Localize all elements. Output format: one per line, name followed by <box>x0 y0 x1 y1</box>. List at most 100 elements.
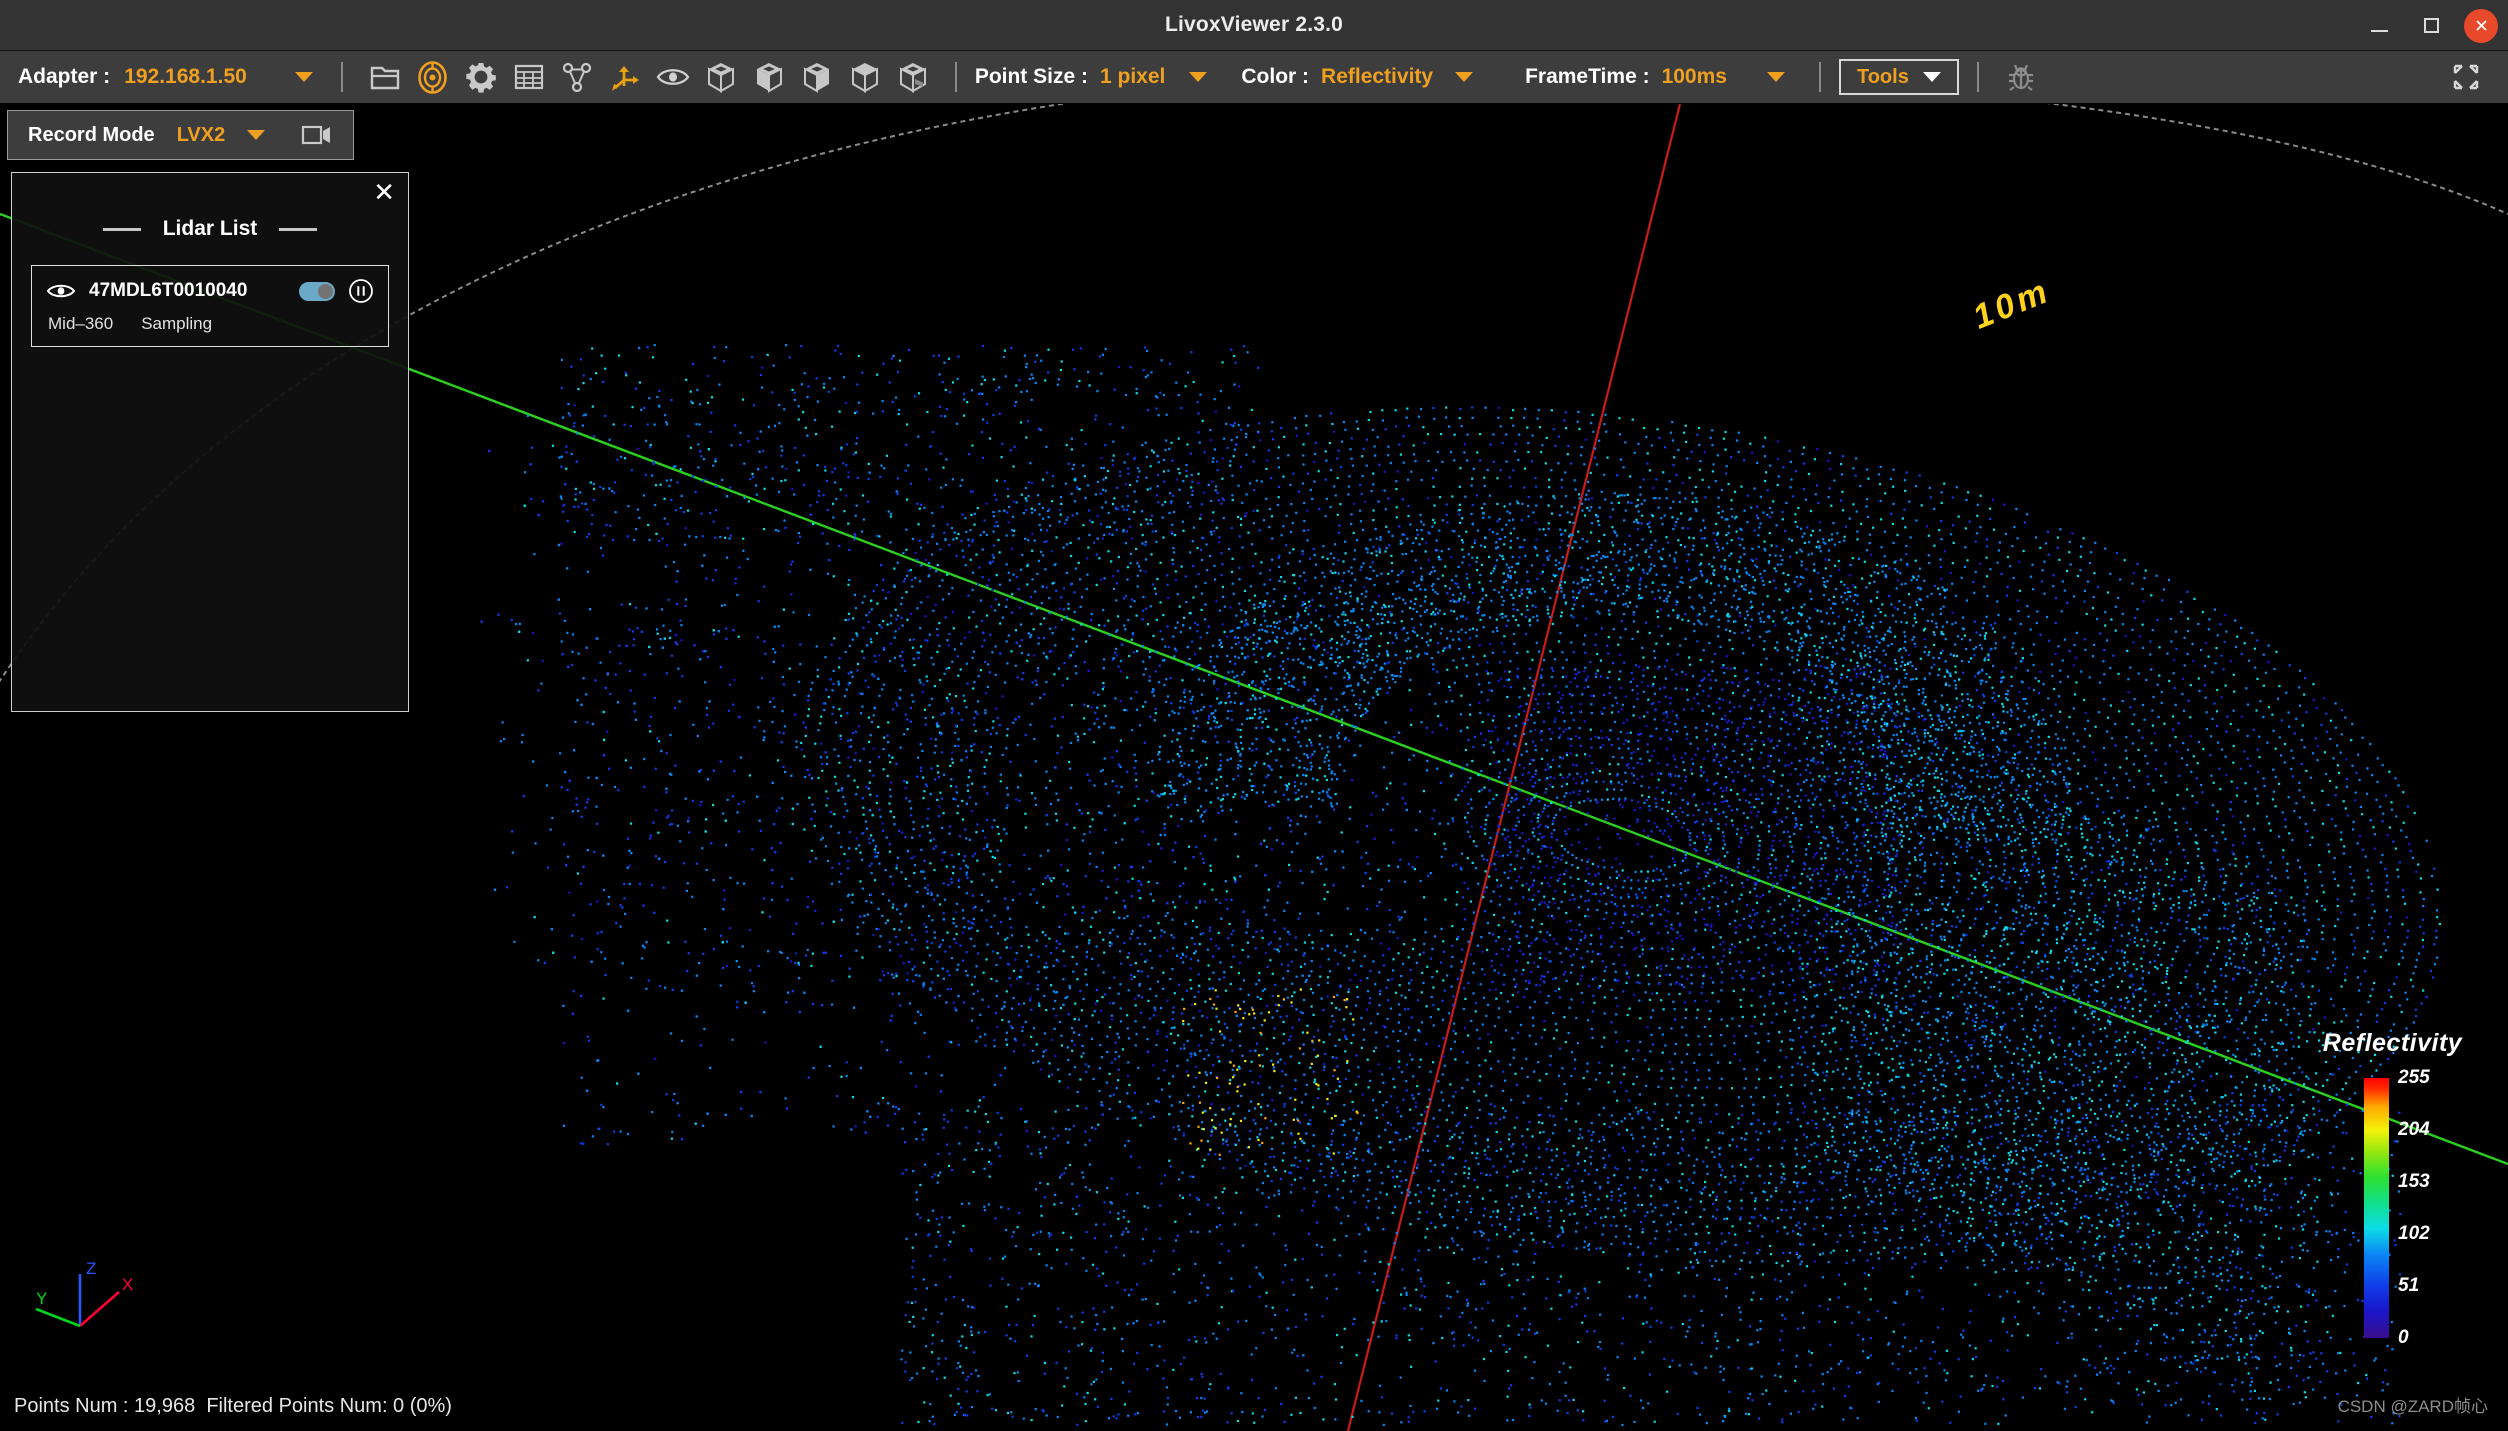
header-rule-right <box>279 228 317 231</box>
axis-y-label: Y <box>36 1289 47 1308</box>
minimize-icon <box>2371 30 2388 32</box>
maximize-icon <box>2424 18 2439 33</box>
record-button[interactable] <box>301 124 333 146</box>
network-graph-button[interactable] <box>553 53 601 101</box>
cube-view-left-icon <box>802 61 832 93</box>
legend-colorbar <box>2364 1078 2389 1338</box>
frametime-dropdown-caret[interactable] <box>1767 72 1785 82</box>
adapter-value[interactable]: 192.168.1.50 <box>124 65 247 89</box>
open-file-icon <box>370 63 400 91</box>
color-label: Color : <box>1241 65 1309 89</box>
axis-gizmo: Z X Y <box>22 1244 182 1359</box>
grid-table-button[interactable] <box>505 53 553 101</box>
tools-dropdown-button[interactable]: Tools <box>1839 59 1959 95</box>
open-file-button[interactable] <box>361 53 409 101</box>
camera-record-icon <box>301 124 333 146</box>
legend-tick-102: 102 <box>2398 1223 2430 1245</box>
fullscreen-expand-icon <box>2451 62 2481 92</box>
cube-view-top-icon <box>850 61 880 93</box>
cube-view-right-button[interactable] <box>889 53 937 101</box>
lidar-list-close-button[interactable]: ✕ <box>373 179 395 205</box>
lidar-visibility-toggle-icon[interactable] <box>46 281 76 301</box>
record-mode-bar: Record Mode LVX2 <box>7 110 354 160</box>
axis-y-line <box>36 1309 80 1326</box>
toolbar-divider-1 <box>341 62 343 92</box>
main-toolbar: Adapter : 192.168.1.50 Point Size: 1 pi… <box>0 51 2508 104</box>
axis-line-x <box>1348 104 1680 1431</box>
cube-view-front-button[interactable] <box>745 53 793 101</box>
tools-label: Tools <box>1857 66 1909 89</box>
fullscreen-button[interactable] <box>2442 53 2490 101</box>
settings-gear-icon <box>465 61 497 93</box>
color-value[interactable]: Reflectivity <box>1321 65 1433 89</box>
lidar-target-icon <box>416 61 449 94</box>
status-bar: Points Num : 19,968 Filtered Points Num:… <box>14 1395 452 1418</box>
lidar-target-button[interactable] <box>409 53 457 101</box>
tools-dropdown-caret <box>1923 72 1941 82</box>
eye-visibility-icon <box>46 281 76 301</box>
pause-icon <box>348 278 374 304</box>
lidar-list-panel: ✕ Lidar List 47MDL6T0010040 Mid–360 Samp… <box>11 172 409 712</box>
lidar-list-header: Lidar List <box>12 217 408 241</box>
lidar-enable-toggle[interactable] <box>299 282 335 301</box>
frametime-label: FrameTime : <box>1525 65 1650 89</box>
network-graph-icon <box>562 62 592 92</box>
window-title: LivoxViewer 2.3.0 <box>1165 13 1343 37</box>
axis-x-line <box>80 1292 119 1326</box>
lidar-list-title: Lidar List <box>163 217 258 241</box>
visibility-button[interactable] <box>649 53 697 101</box>
legend-tick-51: 51 <box>2398 1275 2419 1297</box>
color-dropdown-caret[interactable] <box>1455 72 1473 82</box>
point-size-value[interactable]: 1 pixel <box>1100 65 1165 89</box>
reflectivity-legend: Reflectivity 255 204 153 102 51 0 <box>2317 1029 2468 1338</box>
point-size-dropdown-caret[interactable] <box>1189 72 1207 82</box>
cube-view-iso-button[interactable] <box>697 53 745 101</box>
close-icon <box>2474 18 2489 33</box>
header-rule-left <box>103 228 141 231</box>
toolbar-divider-2 <box>955 62 957 92</box>
frametime-value[interactable]: 100ms <box>1662 65 1727 89</box>
record-mode-label: Record Mode <box>28 124 155 147</box>
cube-view-iso-icon <box>706 61 736 93</box>
axis-gizmo-icon: Z X Y <box>22 1244 182 1354</box>
lidar-status: Sampling <box>141 314 212 334</box>
legend-tick-0: 0 <box>2398 1327 2409 1349</box>
toolbar-divider-3 <box>1819 62 1821 92</box>
settings-button[interactable] <box>457 53 505 101</box>
toggle-knob <box>318 284 333 299</box>
record-format-value[interactable]: LVX2 <box>177 124 226 147</box>
bug-debug-icon <box>2006 62 2036 92</box>
adapter-label: Adapter : <box>18 65 110 89</box>
legend-ticks: 255 204 153 102 51 0 <box>2398 1078 2468 1338</box>
axes-transform-button[interactable] <box>601 53 649 101</box>
window-titlebar: LivoxViewer 2.3.0 <box>0 0 2508 51</box>
adapter-group: Adapter : 192.168.1.50 <box>0 51 313 103</box>
eye-visibility-icon <box>656 65 690 89</box>
legend-body: 255 204 153 102 51 0 <box>2317 1078 2468 1338</box>
maximize-button[interactable] <box>2412 7 2450 45</box>
record-format-caret[interactable] <box>247 130 265 140</box>
close-button[interactable] <box>2464 9 2498 43</box>
color-group: Color : Reflectivity <box>1241 51 1473 103</box>
point-size-label: Point Size : <box>975 65 1088 89</box>
axis-z-label: Z <box>86 1259 96 1278</box>
debug-button[interactable] <box>1997 53 2045 101</box>
legend-title: Reflectivity <box>2317 1029 2468 1058</box>
lidar-pause-button[interactable] <box>348 278 374 304</box>
grid-table-icon <box>514 63 544 91</box>
legend-tick-255: 255 <box>2398 1067 2430 1089</box>
cube-view-top-button[interactable] <box>841 53 889 101</box>
cube-view-front-icon <box>754 61 784 93</box>
lidar-model: Mid–360 <box>48 314 113 334</box>
minimize-button[interactable] <box>2360 7 2398 45</box>
axes-transform-icon <box>610 62 640 92</box>
toolbar-divider-4 <box>1977 62 1979 92</box>
lidar-list-item[interactable]: 47MDL6T0010040 Mid–360 Sampling <box>31 265 389 347</box>
watermark: CSDN @ZARD帧心 <box>2338 1392 2488 1417</box>
adapter-dropdown-caret[interactable] <box>295 72 313 82</box>
cube-view-right-icon <box>898 61 928 93</box>
lidar-item-bottom-row: Mid–360 Sampling <box>46 314 374 334</box>
cube-view-left-button[interactable] <box>793 53 841 101</box>
frametime-group: FrameTime : 100ms <box>1525 51 1785 103</box>
lidar-item-top-row: 47MDL6T0010040 <box>46 278 374 304</box>
